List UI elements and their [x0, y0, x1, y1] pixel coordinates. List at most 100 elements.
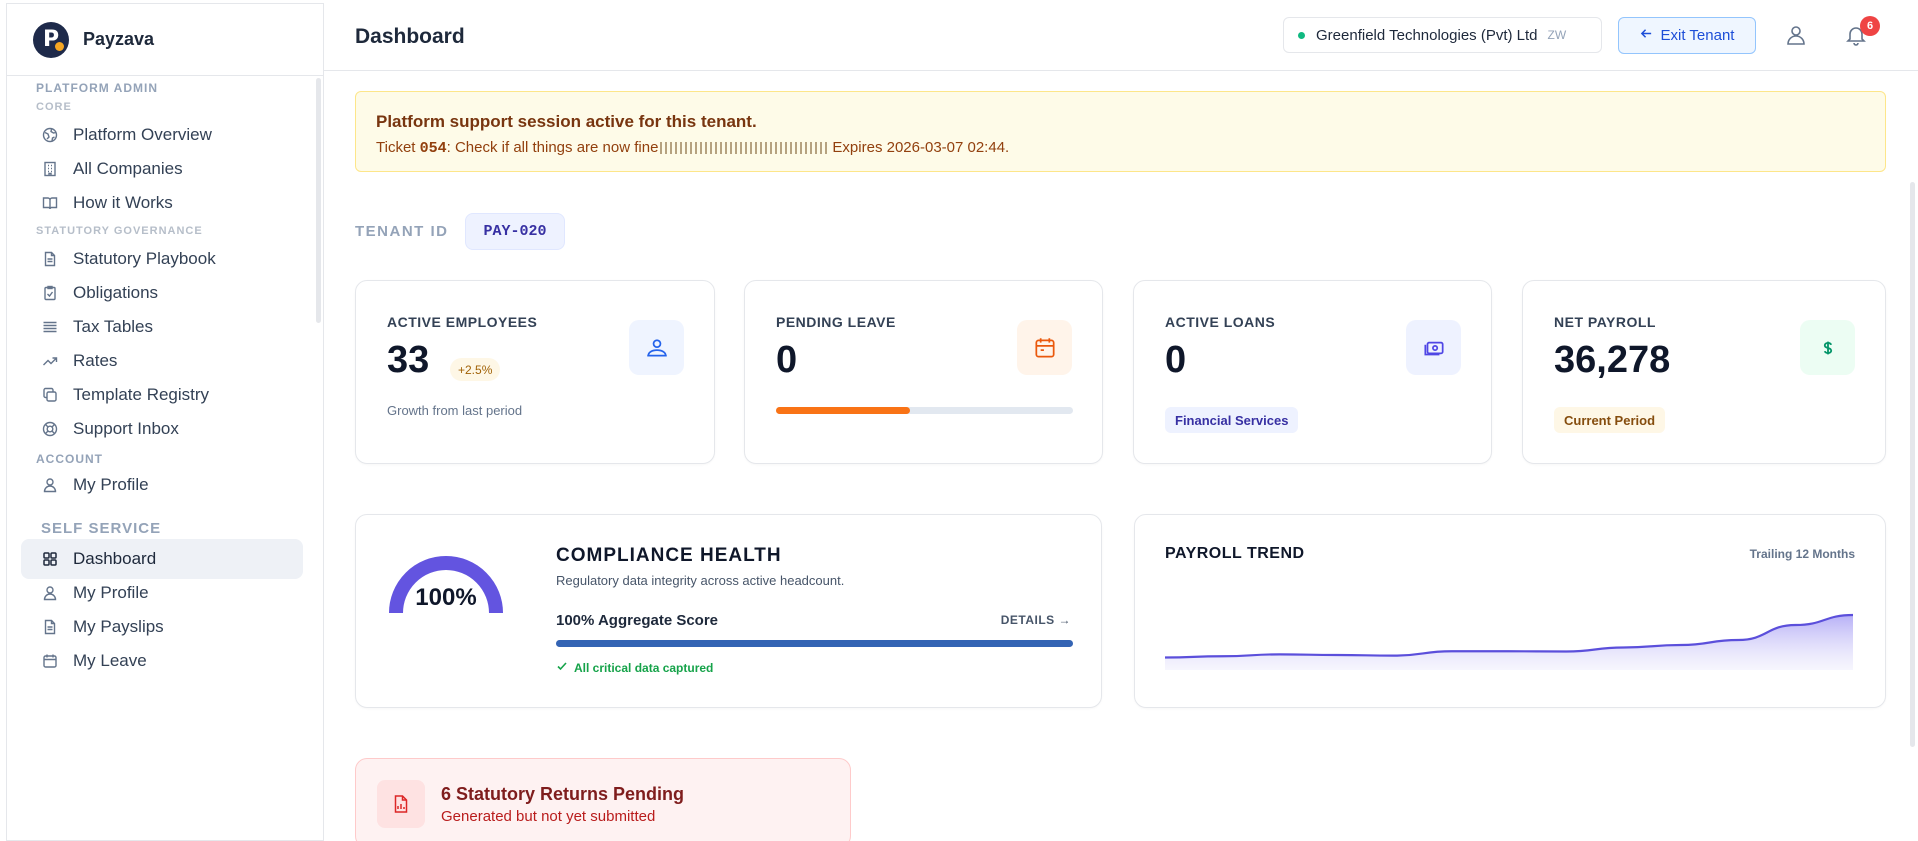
kpi-value: 33 [387, 339, 430, 381]
sidebar-item-my-leave[interactable]: My Leave [21, 641, 303, 681]
compliance-subtitle: Regulatory data integrity across active … [556, 573, 845, 588]
page-title: Dashboard [355, 25, 465, 48]
payroll-trend-card: PAYROLL TREND Trailing 12 Months [1134, 514, 1886, 708]
garbled-text [660, 142, 831, 155]
trend-area [1165, 615, 1853, 670]
banner-text: Ticket 054: Check if all things are now … [376, 139, 1009, 157]
payroll-period-tag: Current Period [1554, 407, 1666, 433]
sidebar-item-label: How it Works [73, 193, 173, 212]
alert-title: 6 Statutory Returns Pending [441, 784, 685, 804]
sidebar-scrollbar[interactable] [316, 78, 321, 323]
lifebuoy-icon [41, 420, 59, 438]
compliance-score-fill [556, 640, 1073, 647]
user-menu-icon[interactable] [1784, 23, 1810, 49]
section-account: ACCOUNT [36, 452, 103, 466]
compliance-details-link[interactable]: DETAILS → [1001, 613, 1071, 627]
compliance-health-card: 100% COMPLIANCE HEALTH Regulatory data i… [355, 514, 1102, 708]
tenant-id-label: TENANT ID [355, 223, 449, 240]
main-scrollbar[interactable] [1910, 182, 1915, 747]
sidebar-item-label: Support Inbox [73, 419, 179, 438]
section-core: CORE [36, 101, 72, 113]
list-icon [41, 318, 59, 336]
sidebar-item-label: Obligations [73, 283, 159, 302]
compliance-status: All critical data captured [556, 660, 713, 675]
pdf-file-icon [377, 780, 425, 828]
copy-icon [41, 386, 59, 404]
sidebar-item-label: Dashboard [73, 549, 157, 568]
loans-tag: Financial Services [1165, 407, 1299, 433]
tenant-country-code: ZW [1547, 28, 1567, 42]
leave-progress-bar [776, 407, 1073, 414]
brand-name: Payzava [83, 29, 155, 49]
payzava-logo-icon [33, 21, 69, 58]
ticket-id: 054 [419, 140, 447, 157]
section-statutory-governance: STATUTORY GOVERNANCE [36, 225, 203, 237]
clipboard-check-icon [41, 284, 59, 302]
tenant-name: Greenfield Technologies (Pvt) Ltd [1316, 26, 1538, 44]
alert-subtitle: Generated but not yet submitted [441, 808, 656, 825]
kpi-subtext: Growth from last period [387, 403, 523, 418]
kpi-label: ACTIVE EMPLOYEES [387, 314, 538, 330]
sidebar-item-label: My Profile [73, 583, 149, 602]
cash-icon [1406, 320, 1461, 375]
sidebar-item-label: All Companies [73, 159, 183, 178]
brand[interactable]: Payzava [7, 4, 323, 76]
gauge-value: 100% [415, 584, 477, 611]
trend-title: PAYROLL TREND [1165, 545, 1305, 562]
banner-title: Platform support session active for this… [376, 112, 757, 131]
tenant-selector[interactable]: Greenfield Technologies (Pvt) Ltd ZW [1283, 17, 1602, 53]
compliance-score-bar [556, 640, 1073, 647]
top-header: Dashboard Greenfield Technologies (Pvt) … [324, 3, 1918, 71]
compliance-title: COMPLIANCE HEALTH [556, 545, 782, 566]
leave-progress-fill [776, 407, 910, 414]
aggregate-score: 100% Aggregate Score [556, 612, 719, 629]
grid-icon [41, 550, 59, 568]
kpi-label: PENDING LEAVE [776, 314, 896, 330]
section-self-service: SELF SERVICE [41, 520, 162, 537]
building-icon [41, 160, 59, 178]
support-session-banner: Platform support session active for this… [355, 91, 1886, 172]
user-icon [41, 584, 59, 602]
book-icon [41, 194, 59, 212]
kpi-net-payroll[interactable]: NET PAYROLL 36,278 Current Period [1522, 280, 1886, 464]
sidebar-item-label: Rates [73, 351, 118, 370]
document-icon [41, 618, 59, 636]
payroll-trend-chart [1165, 613, 1853, 670]
ticket-text: : Check if all things are now fine [446, 139, 659, 156]
sidebar-item-label: My Payslips [73, 617, 164, 636]
tenant-status-dot-icon [1298, 31, 1305, 39]
calendar-icon [41, 652, 59, 670]
statutory-returns-alert[interactable]: 6 Statutory Returns Pending Generated bu… [355, 758, 851, 841]
growth-badge: +2.5% [450, 358, 501, 381]
document-icon [41, 250, 59, 268]
sidebar-item-label: Template Registry [73, 385, 210, 404]
kpi-active-employees[interactable]: ACTIVE EMPLOYEES 33 +2.5% Growth from la… [355, 280, 715, 464]
exit-tenant-button[interactable]: Exit Tenant [1618, 17, 1756, 54]
sidebar-item-label: Statutory Playbook [73, 249, 216, 268]
kpi-label: NET PAYROLL [1554, 314, 1656, 330]
session-expiry: Expires 2026-03-07 02:44. [832, 139, 1010, 156]
kpi-active-loans[interactable]: ACTIVE LOANS 0 Financial Services [1133, 280, 1492, 464]
check-icon [556, 660, 568, 675]
sidebar-item-my-profile-account[interactable]: My Profile [21, 465, 303, 505]
trend-range: Trailing 12 Months [1749, 547, 1855, 561]
sidebar-item-label: My Leave [73, 651, 147, 670]
kpi-pending-leave[interactable]: PENDING LEAVE 0 [744, 280, 1103, 464]
globe-icon [41, 126, 59, 144]
sidebar-item-label: Tax Tables [73, 317, 154, 336]
exit-tenant-label: Exit Tenant [1660, 27, 1735, 44]
calendar-icon [1017, 320, 1072, 375]
kpi-value: 0 [776, 339, 798, 381]
arrow-left-icon [1640, 27, 1653, 44]
compliance-status-text: All critical data captured [574, 660, 714, 675]
sidebar-item-label: Platform Overview [73, 125, 212, 144]
section-platform-admin: PLATFORM ADMIN [36, 81, 158, 95]
sidebar: Payzava PLATFORM ADMIN CORE Platform Ove… [6, 3, 324, 841]
sidebar-item-label: My Profile [73, 475, 149, 494]
ticket-prefix: Ticket [376, 139, 420, 156]
sidebar-item-how-it-works[interactable]: How it Works [21, 183, 303, 223]
sidebar-item-support-inbox[interactable]: Support Inbox [21, 409, 303, 449]
tenant-id-badge: PAY-020 [465, 213, 565, 250]
kpi-value: 0 [1165, 339, 1187, 381]
kpi-label: ACTIVE LOANS [1165, 314, 1276, 330]
